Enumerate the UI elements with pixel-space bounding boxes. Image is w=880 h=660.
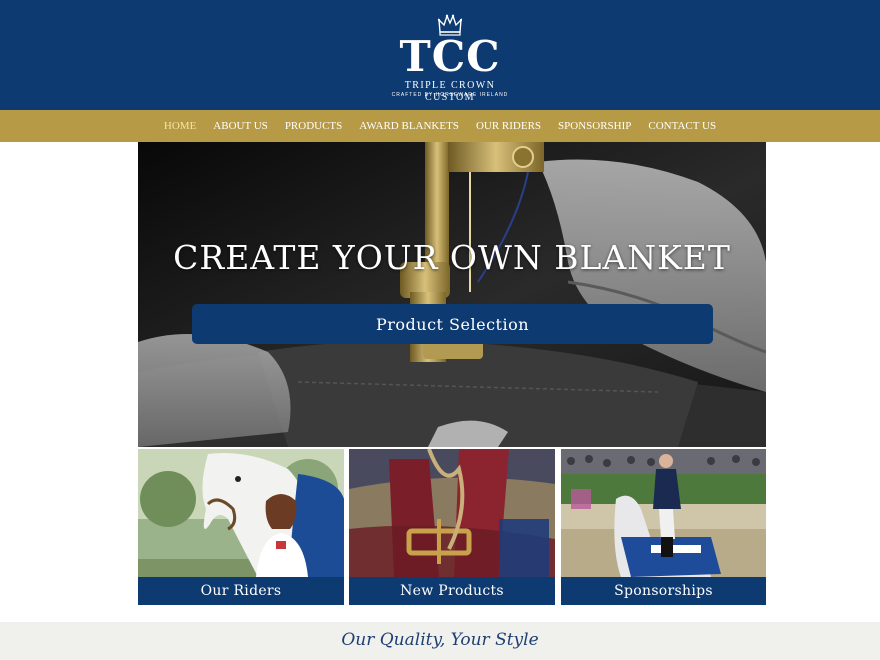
hero-title: CREATE YOUR OWN BLANKET (173, 238, 731, 277)
product-selection-button[interactable]: Product Selection (192, 304, 713, 344)
tile-new-products[interactable]: New Products (349, 449, 555, 605)
tile-our-riders[interactable]: Our Riders (138, 449, 344, 605)
nav-about-us[interactable]: ABOUT US (213, 120, 268, 132)
site-header: TCC TRIPLE CROWN CUSTOM CRAFTED BY HORSE… (0, 0, 880, 110)
sewing-machine-image (138, 142, 766, 447)
nav-award-blankets[interactable]: AWARD BLANKETS (359, 120, 459, 132)
tagline-text: Our Quality, Your Style (341, 630, 539, 650)
nav-our-riders[interactable]: OUR RIDERS (476, 120, 541, 132)
nav-contact-us[interactable]: CONTACT US (648, 120, 716, 132)
tile-label-our-riders: Our Riders (138, 577, 344, 605)
tile-label-new-products: New Products (349, 577, 555, 605)
tile-label-sponsorships: Sponsorships (561, 577, 766, 605)
site-logo[interactable]: TCC TRIPLE CROWN CUSTOM CRAFTED BY HORSE… (380, 12, 520, 103)
nav-products[interactable]: PRODUCTS (285, 120, 342, 132)
tagline-band: Our Quality, Your Style (0, 622, 880, 660)
logo-crafted-by: CRAFTED BY HORSEWARE IRELAND (391, 92, 509, 98)
nav-home[interactable]: HOME (164, 120, 196, 132)
logo-tcc-text: TCC (399, 32, 501, 81)
nav-sponsorship[interactable]: SPONSORSHIP (558, 120, 631, 132)
hero-banner: CREATE YOUR OWN BLANKET Product Selectio… (138, 142, 766, 447)
main-nav: HOME ABOUT US PRODUCTS AWARD BLANKETS OU… (0, 110, 880, 142)
tile-sponsorships[interactable]: Sponsorships (561, 449, 766, 605)
